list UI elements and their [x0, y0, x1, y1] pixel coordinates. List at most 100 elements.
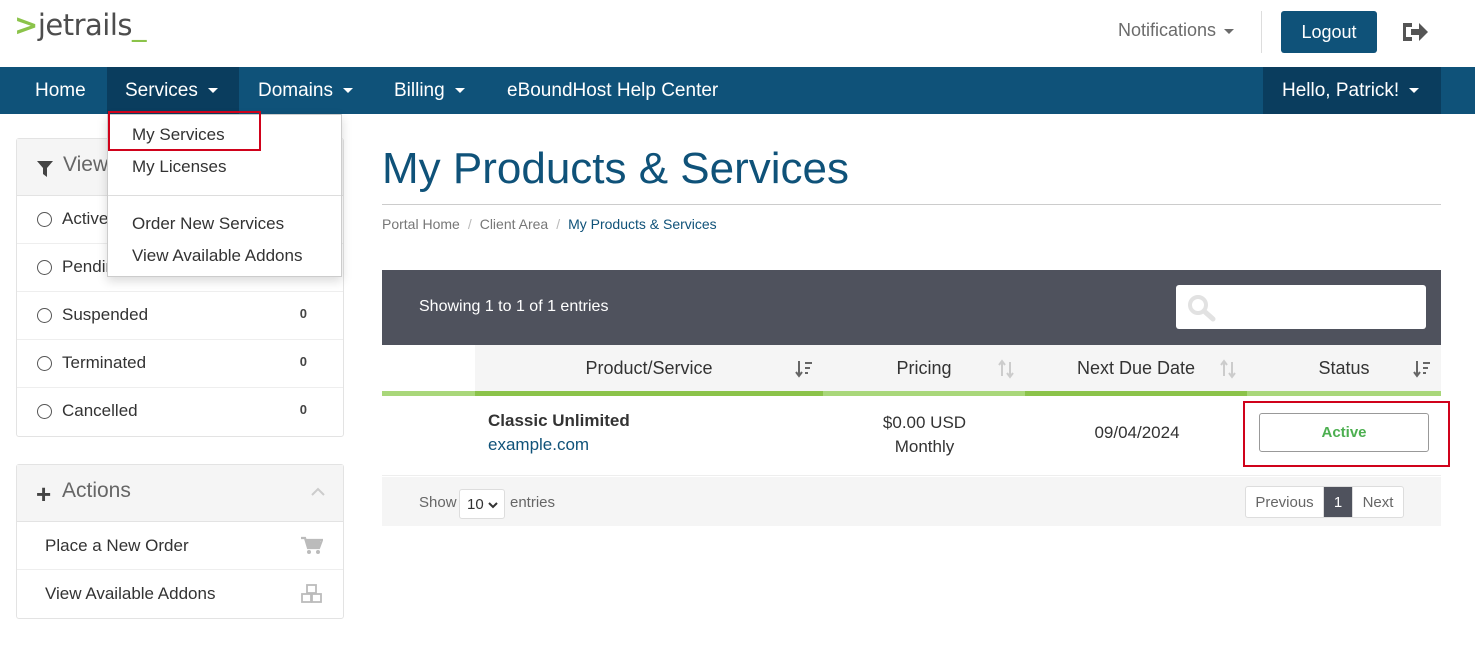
- filter-label: Cancelled: [62, 401, 138, 420]
- filter-label: Active: [62, 209, 109, 228]
- price-amount: $0.00 USD: [882, 413, 967, 432]
- cart-icon: [301, 536, 323, 554]
- table-footer: Show 10 entries Previous 1 Next: [382, 477, 1441, 526]
- nav-help-center[interactable]: eBoundHost Help Center: [507, 67, 718, 114]
- filter-count: 0: [299, 306, 307, 321]
- pagination: Previous 1 Next: [1245, 486, 1404, 518]
- filter-count: 0: [299, 354, 307, 369]
- column-header-pricing[interactable]: Pricing: [823, 345, 1025, 396]
- my-services-highlight-box: [108, 111, 261, 151]
- filter-item-suspended[interactable]: Suspended 0: [17, 292, 343, 340]
- breadcrumb-portal-home[interactable]: Portal Home: [382, 216, 460, 232]
- column-label: Pricing: [896, 357, 952, 378]
- action-label: Place a New Order: [45, 536, 189, 555]
- nav-home[interactable]: Home: [35, 67, 86, 114]
- table-header: Product/Service Pricing Next Due Date St…: [382, 345, 1441, 396]
- billing-cycle: Monthly: [894, 437, 955, 456]
- column-header-product[interactable]: Product/Service: [475, 345, 823, 396]
- caret-down-icon: [1409, 88, 1420, 93]
- main-nav: Home Services Domains Billing eBoundHost…: [0, 67, 1475, 114]
- next-page-button[interactable]: Next: [1352, 487, 1403, 517]
- breadcrumb-current: My Products & Services: [568, 216, 717, 232]
- radio-icon[interactable]: [37, 260, 52, 275]
- action-label: View Available Addons: [45, 584, 216, 603]
- notifications-dropdown[interactable]: Notifications: [1118, 20, 1235, 41]
- breadcrumb-client-area[interactable]: Client Area: [480, 216, 548, 232]
- logout-button[interactable]: Logout: [1281, 11, 1377, 53]
- filter-item-terminated[interactable]: Terminated 0: [17, 340, 343, 388]
- page-1-button[interactable]: 1: [1324, 487, 1352, 517]
- sign-out-icon[interactable]: [1400, 19, 1430, 45]
- column-header-next-due-date[interactable]: Next Due Date: [1025, 345, 1247, 396]
- logo-name: jetrails: [37, 8, 133, 42]
- column-label: Status: [1318, 357, 1370, 378]
- product-pricing: $0.00 USD Monthly: [852, 411, 997, 459]
- radio-icon[interactable]: [37, 212, 52, 227]
- menu-item-view-available-addons[interactable]: View Available Addons: [132, 246, 302, 266]
- logo-suffix: _: [132, 8, 147, 42]
- chevron-down-icon: [488, 502, 498, 509]
- page-title: My Products & Services: [382, 144, 850, 193]
- chevron-up-icon[interactable]: [311, 487, 325, 497]
- table-search-input[interactable]: [1176, 285, 1426, 329]
- user-greeting: Hello, Patrick!: [1282, 79, 1400, 101]
- notifications-label: Notifications: [1118, 20, 1217, 40]
- breadcrumb-separator: /: [467, 216, 472, 232]
- nav-domains[interactable]: Domains: [258, 67, 353, 114]
- caret-down-icon: [454, 88, 465, 93]
- search-icon: [1188, 295, 1216, 322]
- nav-services-label: Services: [125, 79, 198, 101]
- nav-help-center-label: eBoundHost Help Center: [507, 79, 719, 101]
- nav-domains-label: Domains: [258, 79, 333, 101]
- page-length-select[interactable]: 10: [459, 489, 505, 519]
- header-divider: [1261, 11, 1262, 53]
- table-toolbar: Showing 1 to 1 of 1 entries: [382, 270, 1441, 345]
- nav-billing-label: Billing: [394, 79, 445, 101]
- actions-panel-header[interactable]: + Actions: [17, 465, 343, 522]
- menu-item-my-licenses[interactable]: My Licenses: [132, 157, 226, 177]
- page-length-value: 10: [467, 496, 484, 513]
- product-domain-link[interactable]: example.com: [488, 435, 589, 455]
- breadcrumb-separator: /: [556, 216, 561, 232]
- column-header-status[interactable]: Status: [1247, 345, 1441, 396]
- product-name: Classic Unlimited: [488, 411, 630, 430]
- caret-down-icon: [1224, 28, 1235, 34]
- breadcrumb: Portal Home / Client Area / My Products & Se…: [382, 216, 717, 232]
- showing-entries-text: Showing 1 to 1 of 1 entries: [419, 298, 609, 315]
- radio-icon[interactable]: [37, 356, 52, 371]
- sort-desc-icon: [795, 361, 812, 378]
- user-menu[interactable]: Hello, Patrick!: [1263, 67, 1441, 114]
- radio-icon[interactable]: [37, 404, 52, 419]
- action-view-available-addons[interactable]: View Available Addons: [17, 570, 343, 618]
- actions-panel: + Actions Place a New Order View Availab…: [16, 464, 344, 619]
- logo-prefix: >: [14, 8, 38, 42]
- filter-label: Terminated: [62, 353, 147, 372]
- action-place-new-order[interactable]: Place a New Order: [17, 522, 343, 570]
- plus-icon: +: [36, 479, 52, 509]
- nav-home-label: Home: [35, 79, 86, 101]
- filter-label: Suspended: [62, 305, 149, 324]
- menu-item-order-new-services[interactable]: Order New Services: [132, 214, 284, 234]
- column-header-empty: [382, 345, 475, 396]
- sort-desc-icon: [1413, 361, 1430, 378]
- show-label: Show: [419, 494, 457, 511]
- next-due-date: 09/04/2024: [1094, 423, 1180, 442]
- sort-both-icon: [998, 359, 1014, 379]
- sort-both-icon: [1220, 359, 1236, 379]
- column-label: Next Due Date: [1076, 357, 1196, 378]
- previous-page-button[interactable]: Previous: [1246, 487, 1324, 517]
- filter-count: 0: [299, 402, 307, 417]
- radio-icon[interactable]: [37, 308, 52, 323]
- nav-services[interactable]: Services: [107, 67, 239, 114]
- column-label: Product/Service: [585, 357, 713, 378]
- menu-divider: [108, 195, 341, 196]
- caret-down-icon: [207, 88, 218, 93]
- title-divider: [382, 204, 1441, 205]
- cubes-icon: [301, 584, 322, 603]
- actions-panel-title: Actions: [62, 479, 131, 502]
- nav-billing[interactable]: Billing: [394, 67, 465, 114]
- filter-icon: [37, 161, 53, 177]
- jetrails-logo[interactable]: >jetrails_: [14, 8, 147, 42]
- top-header: >jetrails_ Notifications Logout: [0, 0, 1475, 67]
- filter-item-cancelled[interactable]: Cancelled 0: [17, 388, 343, 436]
